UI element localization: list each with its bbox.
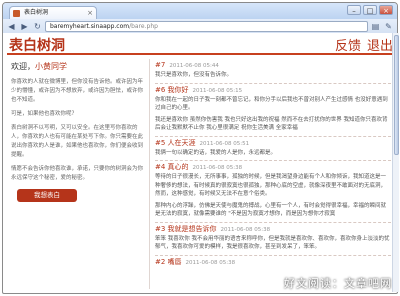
scrollbar-thumb[interactable] bbox=[394, 35, 399, 155]
confess-button[interactable]: 我想表白 bbox=[17, 189, 77, 202]
post-item: #5 人在天涯 2011-06-08 05:51 我俩一句以确定的话，我爱的人是你… bbox=[155, 137, 391, 161]
post-item: #7 2011-06-08 05:44 我只是喜欢你，但没有告诉你。 bbox=[155, 59, 391, 84]
post-item: #3 我就是想告诉你 2011-06-08 05:38 笨笨 我喜欢你 我不会用华… bbox=[155, 223, 391, 256]
post-date: 2011-06-08 05:38 bbox=[220, 226, 271, 233]
reload-icon[interactable]: ↻ bbox=[32, 21, 43, 32]
post-number: #6 我你好 bbox=[155, 85, 189, 94]
post-number: #5 人在天涯 bbox=[155, 138, 196, 147]
top-links: 反馈 退出 bbox=[335, 35, 393, 54]
post-date: 2011-06-08 05:15 bbox=[192, 87, 243, 94]
site-header: 表白树洞 反馈 退出 bbox=[7, 33, 395, 55]
welcome-prefix: 欢迎， bbox=[11, 62, 35, 71]
post-body: 等待的日子很漫长，无所事事，孤独的时候，但是我渴望身边能有个人和你倾诉，我知道这… bbox=[155, 174, 387, 197]
post-list: #7 2011-06-08 05:44 我只是喜欢你，但没有告诉你。 #6 我你好… bbox=[155, 59, 391, 271]
post-body: 我还是喜欢你 虽然你伤害我 我也只好这出我的祝福 然而不在去打扰你的世界 我知道… bbox=[155, 116, 388, 132]
page-scrollbar[interactable] bbox=[392, 33, 399, 292]
welcome-text: 欢迎，小黄同学 bbox=[11, 61, 145, 72]
minimize-icon[interactable]: – bbox=[347, 5, 361, 15]
promise-paragraph: 情愿不会告诉你他喜欢谁，承诺，只要你的树洞会为你永远保守这个秘密，爱的秘密。 bbox=[11, 166, 144, 181]
intro-paragraph: 你喜欢的人就在微博里，但你没有告诉他。或许因为年少的懵懂，或许因为不想放弃，或许… bbox=[11, 79, 144, 103]
address-bar[interactable]: baremyheart.sinaapp.com/bare.php bbox=[45, 21, 368, 32]
post-body: 你和我在一起的日子我一刻都不曾忘记，和你分手以后我也不曾对别人产生过感情 也没好… bbox=[155, 96, 388, 112]
post-number: #4 真心的 bbox=[155, 163, 189, 171]
maximize-icon[interactable]: □ bbox=[363, 5, 377, 15]
forward-icon[interactable]: ▶ bbox=[19, 21, 30, 32]
feedback-link[interactable]: 反馈 bbox=[335, 35, 361, 54]
post-item: #6 我你好 2011-06-08 05:15 你和我在一起的日子我一刻都不曾忘记… bbox=[155, 84, 391, 137]
post-date: 2011-06-08 05:51 bbox=[199, 140, 250, 147]
post-item: #4 真心的 2011-06-08 05:38 等待的日子很漫长，无所事事，孤独的… bbox=[155, 161, 391, 223]
close-window-icon[interactable]: × bbox=[379, 5, 393, 15]
watermark-text: 好文阅读：文章吧网 bbox=[284, 277, 392, 290]
logout-link[interactable]: 退出 bbox=[367, 35, 393, 54]
post-number: #7 bbox=[155, 61, 166, 69]
post-body: 笨笨 我喜欢你 我不会用华丽的语言来称呼你，但是我就是喜欢你、喜欢你，喜欢你身上… bbox=[155, 235, 390, 251]
post-item: #2 嘴唇 2011-06-08 05:38 bbox=[155, 256, 391, 271]
title-bar: 表白树洞 × – □ × bbox=[3, 3, 397, 19]
settings-icon[interactable]: ✎ bbox=[383, 21, 394, 32]
explain-paragraph: 表白树洞不以写明，又可以安全。在这里写你喜欢的人，你喜欢的人也有可能在某处写下你… bbox=[11, 125, 144, 158]
username-link[interactable]: 小黄同学 bbox=[35, 62, 67, 71]
browser-tab[interactable]: 表白树洞 × bbox=[9, 6, 97, 19]
post-date: 2011-06-08 05:38 bbox=[185, 259, 236, 266]
post-body: 我只是喜欢你，但没有告诉你。 bbox=[155, 72, 233, 78]
post-body: 那种内心的浮躁，仿佛是天使与魔鬼的搏战，心里有一个人，有时会觉得很幸福，幸福的瞬… bbox=[155, 202, 387, 218]
url-path: /bare.php bbox=[129, 23, 158, 30]
question-paragraph: 可是，如果他也喜欢你呢？ bbox=[11, 111, 78, 117]
tab-close-icon[interactable]: × bbox=[87, 7, 93, 19]
back-icon[interactable]: ◀ bbox=[6, 21, 17, 32]
post-body: 我俩一句以确定的话，我爱的人是你，永远都是。 bbox=[155, 149, 277, 156]
post-number: #2 嘴唇 bbox=[155, 257, 182, 266]
window-controls: – □ × bbox=[347, 5, 393, 15]
site-logo[interactable]: 表白树洞 bbox=[9, 35, 65, 55]
post-date: 2011-06-08 05:44 bbox=[169, 63, 219, 69]
column-divider bbox=[149, 59, 150, 289]
page-menu-icon[interactable]: ▤ bbox=[370, 21, 381, 32]
page-content: 表白树洞 反馈 退出 欢迎，小黄同学 你喜欢的人就在微博里，但你没有告诉他。或许… bbox=[3, 33, 399, 292]
sidebar: 欢迎，小黄同学 你喜欢的人就在微博里，但你没有告诉他。或许因为年少的懵懂，或许因… bbox=[11, 61, 145, 202]
tab-title: 表白树洞 bbox=[24, 9, 49, 16]
post-number: #3 我就是想告诉你 bbox=[155, 224, 217, 233]
post-date: 2011-06-08 05:38 bbox=[192, 165, 243, 171]
favicon-icon bbox=[13, 10, 20, 17]
url-host: baremyheart.sinaapp.com bbox=[50, 23, 130, 30]
